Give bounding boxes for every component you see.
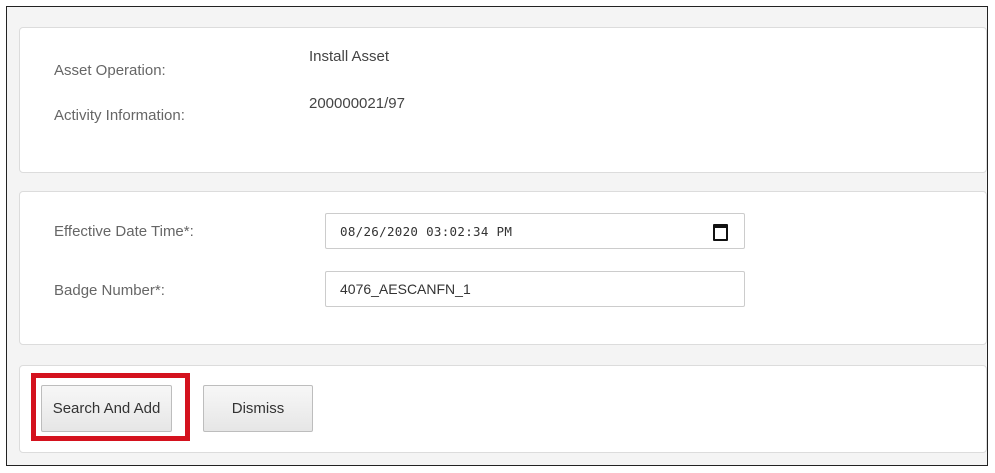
effective-date-time-label: Effective Date Time*:	[54, 223, 194, 240]
badge-number-label: Badge Number*:	[54, 282, 165, 299]
asset-info-panel: Asset Operation: Install Asset Activity …	[19, 27, 987, 173]
badge-number-value: 4076_AESCANFN_1	[340, 281, 471, 297]
asset-operation-value: Install Asset	[309, 48, 390, 65]
asset-form-panel: Effective Date Time*: 08/26/2020 03:02:3…	[19, 191, 987, 345]
effective-date-time-input[interactable]: 08/26/2020 03:02:34 PM	[325, 213, 745, 249]
badge-number-input[interactable]: 4076_AESCANFN_1	[325, 271, 745, 307]
activity-information-label: Activity Information:	[54, 107, 185, 124]
search-and-add-highlight	[31, 373, 190, 441]
calendar-icon[interactable]	[713, 224, 728, 241]
asset-operation-label: Asset Operation:	[54, 62, 166, 79]
effective-date-time-value: 08/26/2020 03:02:34 PM	[340, 224, 513, 239]
dismiss-button[interactable]: Dismiss	[203, 385, 313, 432]
activity-information-value: 200000021/97	[309, 95, 405, 112]
